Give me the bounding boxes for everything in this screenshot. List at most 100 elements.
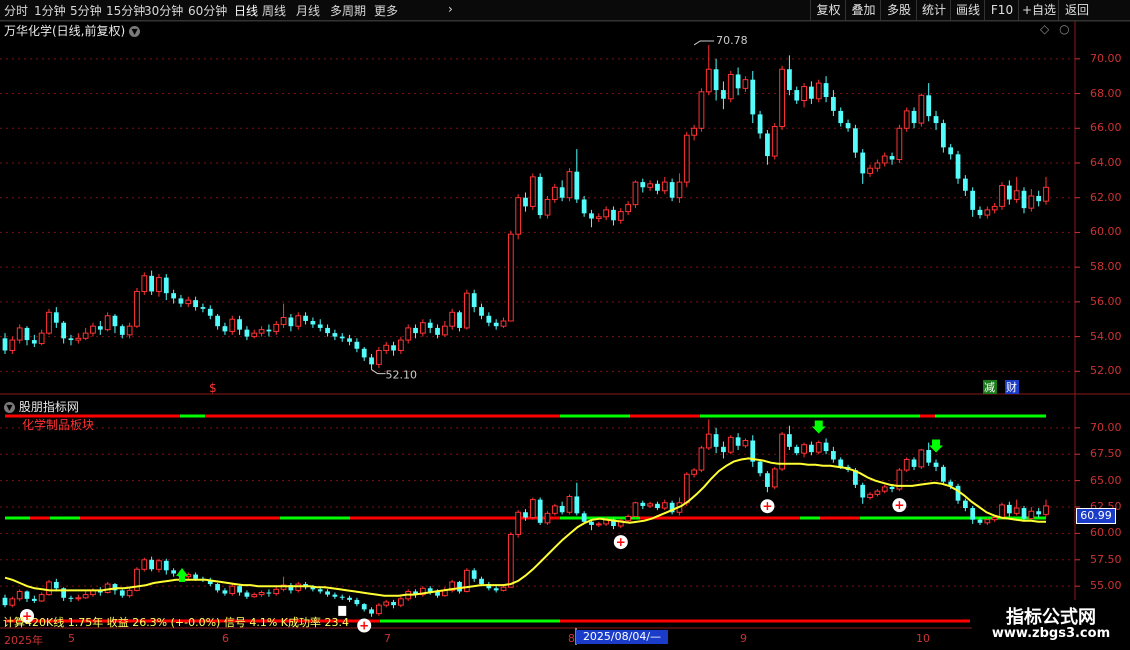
candle-body [200, 307, 206, 309]
indicator-candle-body [471, 570, 477, 579]
x-tick-label: 10 [916, 632, 930, 645]
candle-body [940, 123, 946, 148]
indicator-candle-body [16, 590, 23, 600]
candle-body [391, 345, 396, 351]
indicator-candle-body [397, 598, 404, 606]
indicator-candle-body [237, 586, 242, 593]
candle-body [655, 183, 660, 191]
indicator-candle-body [258, 592, 265, 596]
indicator-candle-body [589, 521, 594, 525]
indicator-candle-body [361, 604, 367, 610]
candle-body [529, 176, 536, 207]
candle-body [962, 178, 968, 191]
y-tick-label: 68.00 [1090, 86, 1122, 100]
indicator-candle-body [53, 581, 59, 589]
candle-body [229, 318, 236, 332]
candle-body [551, 186, 558, 200]
high-pointer [693, 40, 715, 46]
candle-body [449, 311, 456, 327]
candle-body [617, 211, 624, 221]
indicator-candle-body [881, 486, 888, 492]
x-tick-label: 8 [568, 632, 575, 645]
y-tick-label: 58.00 [1090, 260, 1122, 274]
candle-body [853, 128, 858, 153]
indicator-candle-body [721, 446, 726, 453]
indicator-candle-body [735, 437, 741, 446]
candle-body [999, 185, 1005, 207]
candle-body [104, 315, 111, 331]
indicator-candle-body [375, 604, 382, 615]
candle-body [860, 152, 866, 174]
candle-body [874, 162, 881, 169]
indicator-candle-body [273, 588, 280, 595]
candle-body [112, 315, 118, 327]
candle-body [185, 299, 192, 305]
indicator-candle-body [867, 493, 873, 499]
candle-body [727, 73, 734, 100]
candle-body [24, 327, 30, 341]
indicator-candle-body [9, 598, 16, 606]
candle-body [332, 333, 338, 337]
indicator-candle-body [794, 446, 800, 454]
y-tick-label: 67.50 [1090, 447, 1122, 461]
candle-body [1036, 195, 1042, 202]
candle-body [721, 90, 726, 99]
candle-body [68, 338, 74, 341]
candle-body [867, 167, 873, 174]
indicator-candle-body [940, 466, 946, 482]
indicator-candle-body [889, 486, 895, 490]
x-tick-label: 7 [384, 632, 391, 645]
y-tick-label: 62.00 [1090, 190, 1122, 204]
indicator-candle-body [933, 462, 939, 467]
stats-text: 计算420K线 1.75年 收益 26.3% (+-0.0%) 信号 4.1% … [3, 616, 349, 629]
indicator-candle-body [771, 468, 778, 488]
y-tick-label: 52.00 [1090, 364, 1122, 378]
indicator-candle-body [149, 559, 155, 570]
indicator-candle-body [970, 508, 976, 520]
candle-body [523, 197, 528, 207]
indicator-candle-body [1021, 508, 1027, 519]
indicator-candle-body [266, 592, 272, 594]
indicator-candle-body [493, 588, 499, 591]
candle-body [713, 69, 719, 91]
candle-body [544, 198, 551, 216]
candle-body [676, 181, 683, 199]
y-tick-label: 60.00 [1090, 526, 1122, 540]
candle-body [984, 209, 991, 216]
indicator-candle-body [640, 502, 646, 506]
indicator-candle-body [31, 598, 37, 601]
candle-body [735, 74, 741, 89]
indicator-candle-body [2, 597, 8, 606]
indicator-candle-body [581, 513, 587, 522]
candle-body [156, 277, 162, 292]
indicator-candle-body [229, 585, 236, 595]
candle-body [361, 348, 367, 358]
candle-body [222, 326, 228, 332]
x-tick-label: 6 [222, 632, 229, 645]
indicator-candle-body [1006, 504, 1012, 514]
candle-body [603, 209, 610, 218]
indicator-candle-body [457, 581, 462, 592]
x-tick-label: 9 [740, 632, 747, 645]
indicator-candle-body [1036, 511, 1042, 515]
indicator-candle-body [537, 499, 543, 523]
candle-body [369, 357, 374, 365]
candle-body [163, 277, 169, 294]
candle-body [134, 290, 140, 327]
candle-body [948, 147, 954, 155]
candle-body [295, 315, 302, 327]
candle-body [838, 110, 844, 124]
indicator-candle-body [46, 581, 52, 596]
indicator-candle-body [383, 601, 390, 606]
candle-body [46, 311, 52, 334]
buy-signal-plus: + [894, 498, 904, 512]
candle-body [244, 329, 250, 337]
indicator-candle-body [831, 451, 836, 460]
candle-body [881, 155, 888, 164]
candle-body [1028, 195, 1035, 209]
indicator-candle-body [551, 505, 558, 514]
indicator-candle-body [24, 591, 30, 599]
candle-body [970, 190, 976, 210]
indicator-candle-body [391, 602, 396, 606]
kline-chart[interactable]: ++++ +70.7852.10$ 减财 [0, 0, 1130, 650]
